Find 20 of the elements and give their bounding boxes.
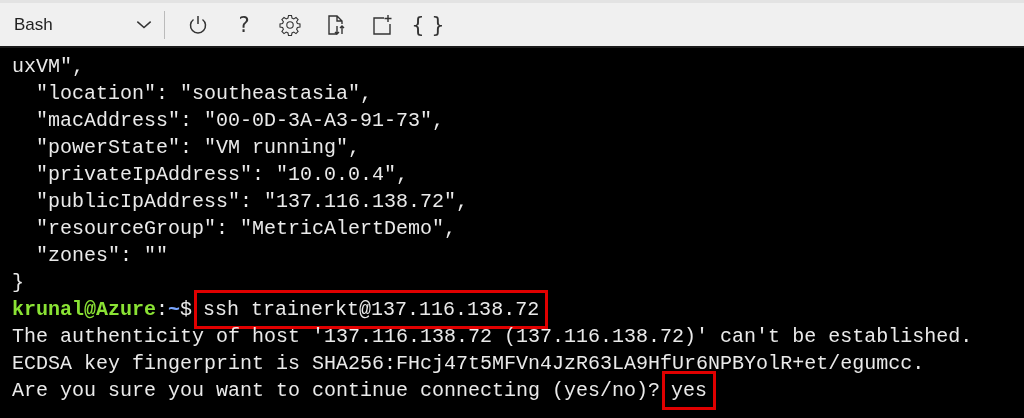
highlight-box: yes	[662, 371, 717, 410]
terminal-text: :	[156, 298, 169, 321]
terminal-text: "resourceGroup": "MetricAlertDemo",	[35, 217, 457, 240]
help-button[interactable]: ?	[238, 12, 250, 37]
terminal-text: }	[12, 271, 24, 294]
terminal-text: Are you sure you want to continue connecting (yes/no)?	[12, 379, 661, 402]
prompt-path: ~	[168, 298, 181, 321]
new-session-icon[interactable]	[370, 12, 394, 37]
terminal-text: "zones": ""	[35, 244, 169, 267]
terminal-text: "location": "southeastasia",	[35, 82, 373, 105]
prompt-user: krunal@Azure	[12, 298, 157, 321]
braces-button[interactable]: { }	[411, 12, 445, 37]
terminal-text: "powerState": "VM running",	[35, 136, 361, 159]
terminal-text: $	[180, 298, 193, 321]
terminal-text: uxVM",	[12, 55, 84, 78]
terminal-text: "publicIpAddress": "137.116.138.72",	[35, 190, 469, 213]
shell-dropdown[interactable]: Bash	[14, 14, 154, 35]
terminal-text: "macAddress": "00-0D-3A-A3-91-73",	[35, 109, 445, 132]
terminal-text: "privateIpAddress": "10.0.0.4",	[35, 163, 409, 186]
settings-icon[interactable]	[278, 12, 302, 37]
